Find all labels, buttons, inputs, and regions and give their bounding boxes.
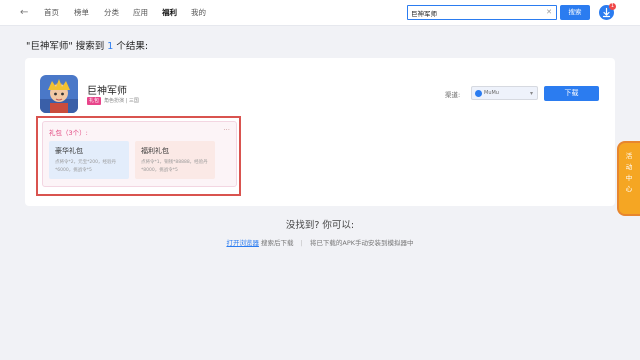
result-suffix: 个结果: (113, 41, 149, 52)
search-box: ✕ (407, 5, 557, 20)
search-button[interactable]: 搜索 (560, 5, 590, 20)
download-button[interactable]: 下载 (544, 86, 599, 101)
top-bar: ← 首页 榜单 分类 应用 福利 我的 ✕ 搜索 1 (0, 0, 640, 26)
clear-icon[interactable]: ✕ (546, 7, 552, 18)
open-browser-link[interactable]: 打开浏览器 (226, 239, 259, 247)
nav-benefits[interactable]: 福利 (162, 7, 177, 18)
not-found-tips: 打开浏览器 搜索后下载 | 将已下载的APK手动安装到模拟器中 (0, 237, 640, 247)
nav-rankings[interactable]: 榜单 (74, 7, 89, 18)
download-count-badge: 1 (609, 3, 616, 10)
divider: | (300, 239, 303, 247)
nav-mine[interactable]: 我的 (191, 7, 206, 18)
after-search-text: 搜索后下载 (261, 239, 294, 247)
result-prefix: "巨神军师" 搜索到 (26, 41, 108, 52)
app-icon-art (40, 75, 78, 113)
nav-apps[interactable]: 应用 (133, 7, 148, 18)
activity-center-badge[interactable]: 活动中心 (617, 141, 640, 216)
activity-center-label: 活动中心 (625, 152, 633, 193)
nav-categories[interactable]: 分类 (104, 7, 119, 18)
gift-tag-badge: 礼包 (87, 97, 102, 105)
app-meta: 角色扮演 | 三国 (104, 98, 139, 104)
nav-home[interactable]: 首页 (44, 7, 59, 18)
app-icon[interactable] (40, 75, 78, 113)
app-name[interactable]: 巨神军师 (87, 82, 127, 97)
channel-value: MuMu (484, 90, 499, 96)
install-apk-text: 将已下载的APK手动安装到模拟器中 (309, 239, 414, 247)
result-title: "巨神军师" 搜索到 1 个结果: (26, 38, 148, 52)
channel-label: 渠道: (445, 91, 461, 99)
mumu-logo-icon (475, 90, 482, 97)
chevron-down-icon: ▾ (529, 90, 533, 97)
channel-select[interactable]: MuMu ▾ (471, 86, 538, 100)
annotation-highlight-box (36, 116, 241, 196)
not-found-heading: 没找到? 你可以: (285, 220, 355, 231)
search-input[interactable] (408, 6, 542, 19)
app-result-card: 巨神军师 礼包 角色扮演 | 三国 渠道: MuMu ▾ 下载 礼包（3个）: … (25, 58, 615, 206)
back-arrow-icon[interactable]: ← (20, 6, 28, 20)
